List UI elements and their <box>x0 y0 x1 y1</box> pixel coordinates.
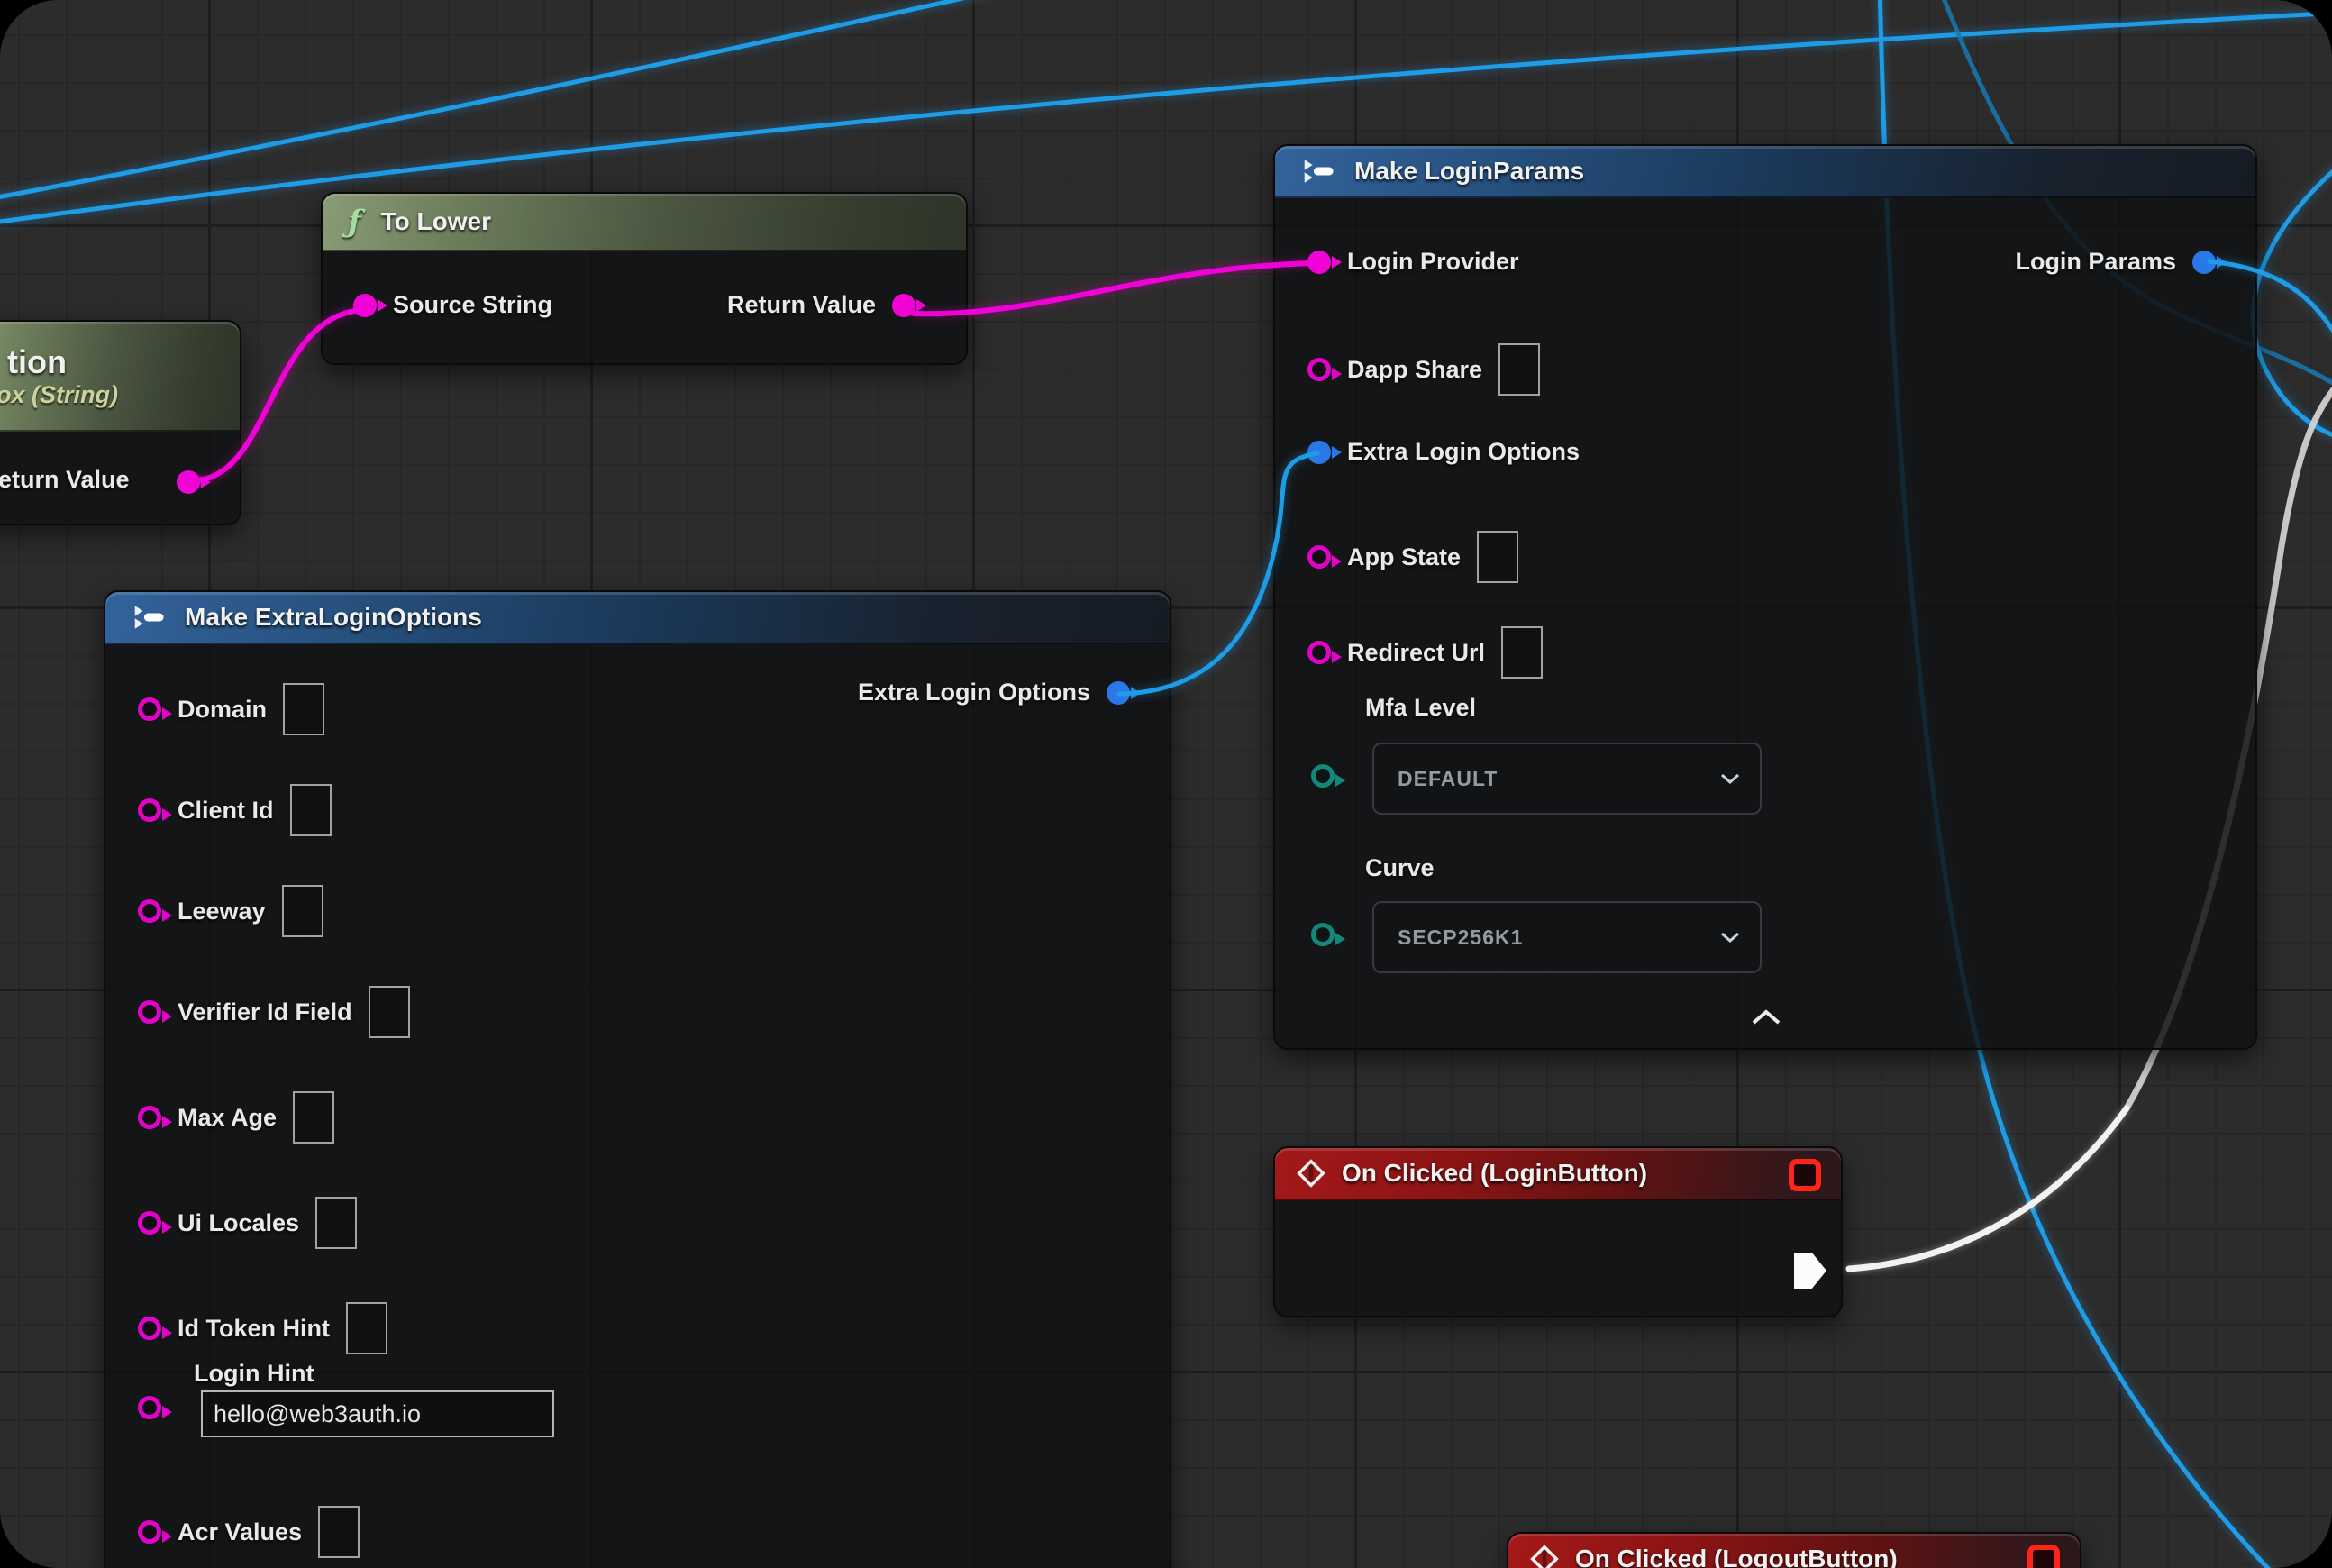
node-to-lower-header[interactable]: ƒ To Lower <box>323 194 966 251</box>
mfa-level-dropdown[interactable]: DEFAULT <box>1372 743 1762 815</box>
redirect-url-label: Redirect Url <box>1347 639 1485 667</box>
pin-extra-login-options-in[interactable] <box>1307 441 1331 464</box>
pin-extra-login-options-out[interactable] <box>1107 681 1130 705</box>
login-params-out-label: Login Params <box>2015 248 2176 276</box>
node-make-extra-login-options-title: Make ExtraLoginOptions <box>185 603 482 632</box>
ui-locales-value-field[interactable] <box>315 1197 357 1249</box>
pin-login-params-out[interactable] <box>2192 251 2216 274</box>
client-id-label: Client Id <box>178 797 274 825</box>
make-struct-icon <box>131 605 167 630</box>
node-partial-function[interactable]: tion ox (String) eturn Value <box>0 320 241 525</box>
app-state-value-field[interactable] <box>1477 531 1518 583</box>
max-age-label: Max Age <box>178 1104 277 1132</box>
mfa-level-label: Mfa Level <box>1365 694 1476 722</box>
source-string-label: Source String <box>393 291 552 319</box>
id-token-hint-value-field[interactable] <box>346 1302 387 1354</box>
client-id-value-field[interactable] <box>290 784 332 836</box>
app-state-label: App State <box>1347 543 1461 571</box>
dapp-share-value-field[interactable] <box>1498 343 1540 396</box>
node-on-clicked-login-button[interactable]: On Clicked (LoginButton) <box>1273 1146 1843 1317</box>
node-partial-function-header[interactable]: tion ox (String) <box>0 322 240 432</box>
node-make-extra-login-options-header[interactable]: Make ExtraLoginOptions <box>105 592 1170 644</box>
node-to-lower-title: To Lower <box>381 207 491 236</box>
acr-values-value-field[interactable] <box>318 1506 360 1558</box>
redirect-url-value-field[interactable] <box>1501 626 1543 679</box>
node-make-login-params-header[interactable]: Make LoginParams <box>1275 146 2255 198</box>
node-to-lower[interactable]: ƒ To Lower Source String Return Value <box>321 192 968 365</box>
curve-dropdown[interactable]: SECP256K1 <box>1372 901 1762 973</box>
node-on-clicked-login-title: On Clicked (LoginButton) <box>1342 1159 1647 1188</box>
pin-curve[interactable] <box>1311 923 1335 946</box>
curve-value: SECP256K1 <box>1398 925 1523 950</box>
domain-value-field[interactable] <box>283 683 324 735</box>
node-on-clicked-login-header[interactable]: On Clicked (LoginButton) <box>1275 1148 1841 1200</box>
pin-login-provider[interactable] <box>1307 251 1331 274</box>
pin-client-id[interactable] <box>138 798 161 822</box>
extra-login-options-out-label: Extra Login Options <box>858 679 1090 707</box>
node-partial-function-title: tion <box>7 343 67 381</box>
pin-return-value-partial[interactable] <box>177 470 200 494</box>
pin-acr-values[interactable] <box>138 1520 161 1544</box>
mfa-level-value: DEFAULT <box>1398 767 1498 791</box>
max-age-value-field[interactable] <box>293 1091 334 1144</box>
event-bind-icon[interactable] <box>2027 1545 2060 1568</box>
return-value-label: Return Value <box>727 291 876 319</box>
verifier-id-field-label: Verifier Id Field <box>178 998 352 1026</box>
pin-id-token-hint[interactable] <box>138 1317 161 1340</box>
node-make-extra-login-options[interactable]: Make ExtraLoginOptions Domain Client Id … <box>104 590 1171 1568</box>
node-on-clicked-logout-header[interactable]: On Clicked (LogoutButton) <box>1508 1534 2080 1568</box>
wire-blue-edge-arc[interactable] <box>2254 153 2332 443</box>
node-on-clicked-logout-title: On Clicked (LogoutButton) <box>1575 1545 1898 1568</box>
login-hint-input[interactable] <box>201 1390 554 1437</box>
node-on-clicked-logout-button[interactable]: On Clicked (LogoutButton) <box>1507 1532 2081 1568</box>
pin-app-state[interactable] <box>1307 545 1331 569</box>
event-icon <box>1530 1545 1559 1568</box>
pin-source-string[interactable] <box>353 294 377 317</box>
extra-login-options-in-label: Extra Login Options <box>1347 438 1580 466</box>
chevron-down-icon <box>1720 932 1740 944</box>
node-make-login-params-title: Make LoginParams <box>1354 157 1584 186</box>
leeway-label: Leeway <box>178 898 266 925</box>
leeway-value-field[interactable] <box>282 885 323 937</box>
function-icon: ƒ <box>348 204 361 240</box>
id-token-hint-label: Id Token Hint <box>178 1315 330 1343</box>
wire-exec-from-loginbutton[interactable] <box>1849 1108 2127 1269</box>
dapp-share-label: Dapp Share <box>1347 356 1482 384</box>
event-bind-icon[interactable] <box>1789 1159 1821 1191</box>
chevron-down-icon <box>1720 773 1740 785</box>
acr-values-label: Acr Values <box>178 1518 302 1546</box>
pin-max-age[interactable] <box>138 1106 161 1129</box>
pin-mfa-level[interactable] <box>1311 764 1335 788</box>
ui-locales-label: Ui Locales <box>178 1209 299 1237</box>
curve-label: Curve <box>1365 854 1435 882</box>
pin-redirect-url[interactable] <box>1307 641 1331 664</box>
login-provider-label: Login Provider <box>1347 248 1519 276</box>
pin-ui-locales[interactable] <box>138 1211 161 1235</box>
event-icon <box>1297 1159 1325 1188</box>
make-struct-icon <box>1300 159 1336 184</box>
pin-verifier-id-field[interactable] <box>138 1000 161 1024</box>
wire-blue-diagonal-1[interactable] <box>0 0 1036 202</box>
pin-dapp-share[interactable] <box>1307 358 1331 381</box>
collapse-chevron-up-icon[interactable] <box>1751 1009 1781 1026</box>
blueprint-graph-canvas[interactable]: tion ox (String) eturn Value ƒ To Lower … <box>0 0 2332 1568</box>
pin-return-value[interactable] <box>892 294 915 317</box>
return-value-label: eturn Value <box>0 466 130 494</box>
exec-pin-out[interactable] <box>1794 1253 1826 1289</box>
verifier-id-field-value-field[interactable] <box>369 986 410 1038</box>
node-partial-function-subtitle: ox (String) <box>0 381 118 409</box>
login-hint-label: Login Hint <box>194 1360 314 1388</box>
wire-tolower-to-loginprovider[interactable] <box>914 263 1316 314</box>
screenshot-frame: tion ox (String) eturn Value ƒ To Lower … <box>0 0 2332 1568</box>
pin-leeway[interactable] <box>138 899 161 923</box>
pin-login-hint[interactable] <box>138 1396 161 1419</box>
node-make-login-params[interactable]: Make LoginParams Login Provider Dapp Sha… <box>1273 144 2257 1050</box>
domain-label: Domain <box>178 696 267 724</box>
pin-domain[interactable] <box>138 697 161 721</box>
